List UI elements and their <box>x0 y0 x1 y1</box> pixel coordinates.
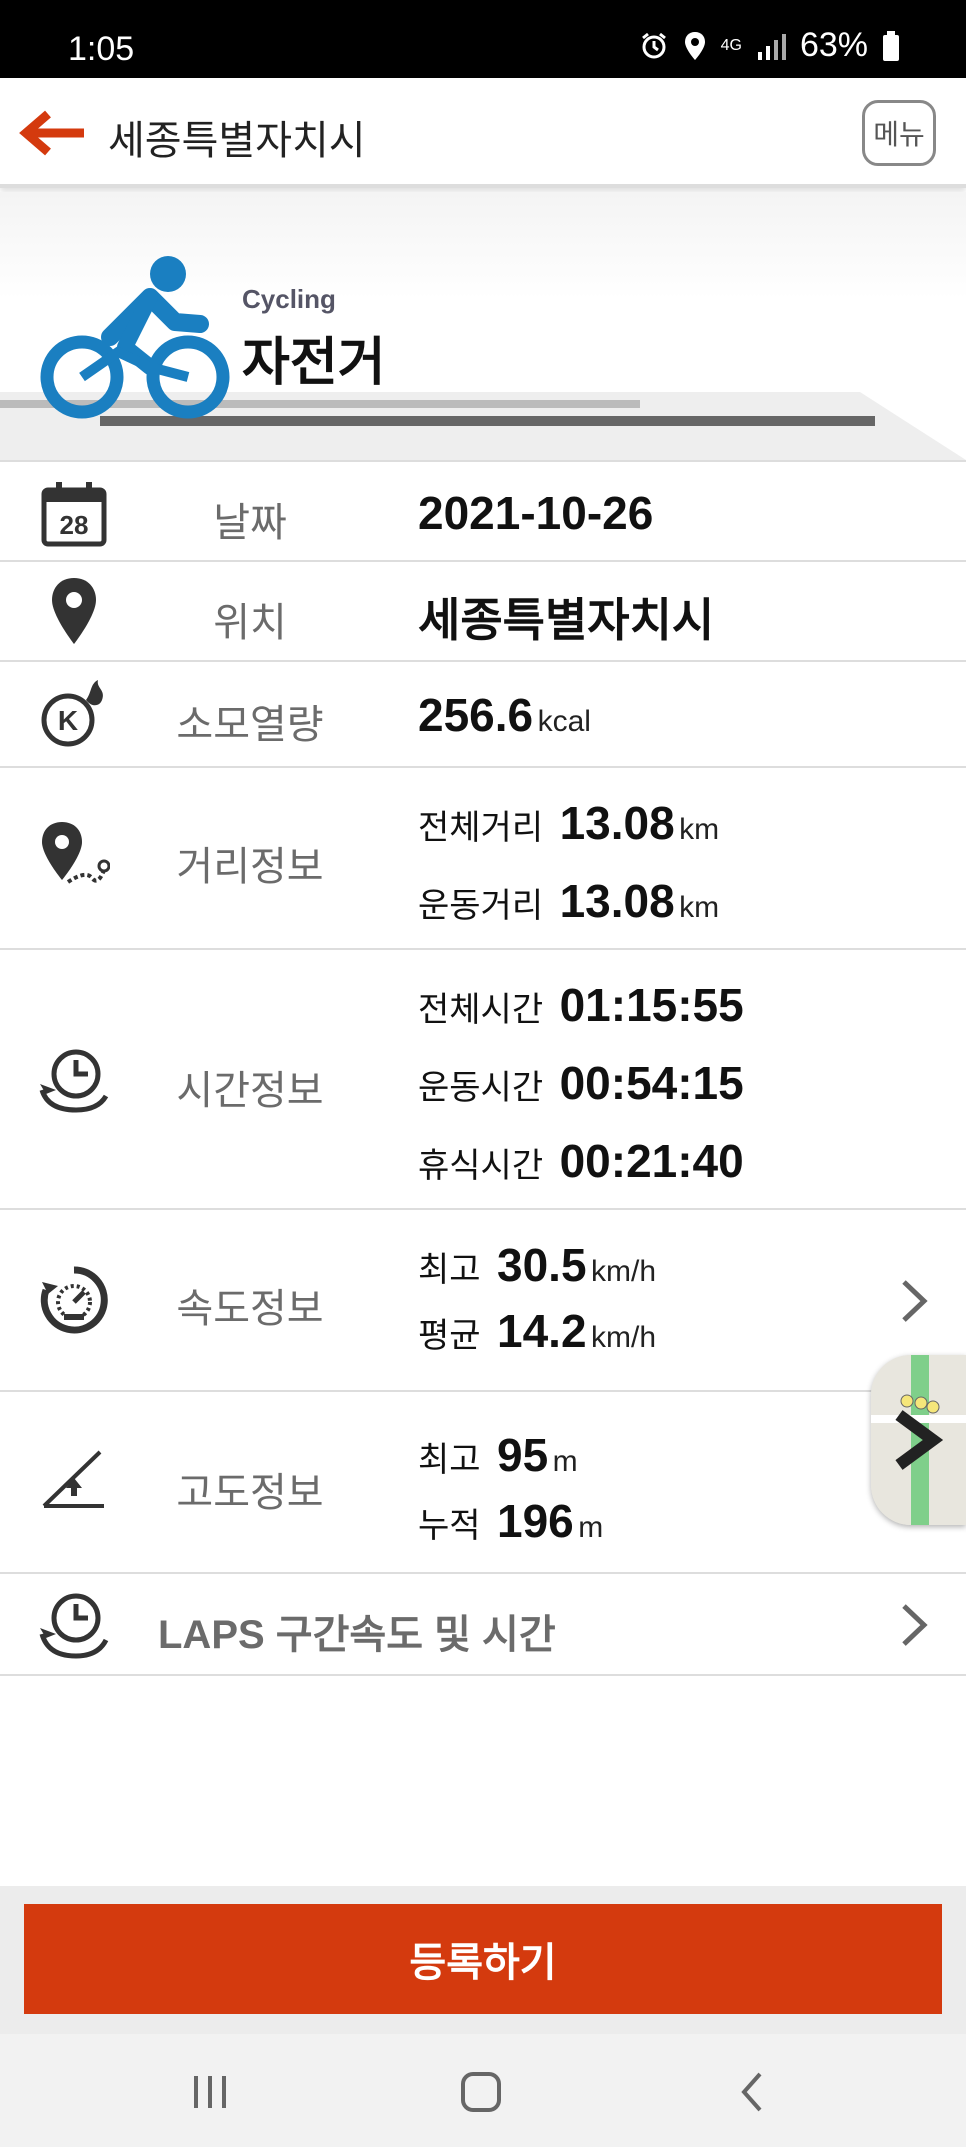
max-altitude-unit: m <box>552 1445 578 1478</box>
total-time-label: 전체시간 <box>418 991 544 1029</box>
cumulative-altitude-value: 196 <box>497 1495 574 1547</box>
max-altitude-line: 최고 95 m <box>418 1428 578 1482</box>
signal-icon <box>757 33 786 60</box>
exercise-time-line: 운동시간 00:54:15 <box>418 1056 744 1110</box>
avg-speed-value: 14.2 <box>497 1305 587 1357</box>
speedometer-icon <box>40 1266 108 1334</box>
location-pin-icon <box>52 578 96 644</box>
time-clock-icon <box>39 1049 109 1113</box>
calendar-day: 28 <box>60 510 89 540</box>
exercise-distance-label: 운동거리 <box>418 887 544 925</box>
map-preview-icon <box>871 1355 966 1525</box>
distance-row: 거리정보 전체거리 13.08 km 운동거리 13.08 km <box>0 768 966 950</box>
distance-route-icon <box>42 822 110 884</box>
location-label: 위치 <box>213 601 287 645</box>
max-altitude-label: 최고 <box>418 1441 481 1479</box>
calories-row: K 소모열량 256.6 kcal <box>0 662 966 768</box>
app-bar: 세종특별자치시 메뉴 <box>0 78 966 188</box>
status-time: 1:05 <box>68 30 135 68</box>
altitude-row: 고도정보 최고 95 m 누적 196 m <box>0 1392 966 1574</box>
exercise-time-value: 00:54:15 <box>559 1057 744 1109</box>
location-row: 위치 세종특별자치시 <box>0 562 966 662</box>
total-distance-value: 13.08 <box>559 797 675 849</box>
total-distance-line: 전체거리 13.08 km <box>418 796 719 850</box>
total-distance-label: 전체거리 <box>418 809 544 847</box>
map-thumbnail-button[interactable] <box>871 1355 966 1525</box>
avg-speed-unit: km/h <box>591 1321 657 1354</box>
network-type: 4G <box>720 36 742 54</box>
laps-label: LAPS 구간속도 및 시간 <box>158 1613 556 1657</box>
max-speed-value: 30.5 <box>497 1239 587 1291</box>
avg-speed-label: 평균 <box>418 1317 481 1355</box>
distance-label: 거리정보 <box>176 845 324 889</box>
cumulative-altitude-unit: m <box>578 1511 604 1544</box>
max-altitude-value: 95 <box>497 1429 549 1481</box>
rest-time-label: 휴식시간 <box>418 1147 544 1185</box>
battery-icon <box>883 30 899 61</box>
speed-row[interactable]: 속도정보 최고 30.5 km/h 평균 14.2 km/h <box>0 1210 966 1392</box>
date-row: 28 날짜 2021-10-26 <box>0 460 966 562</box>
location-value: 세종특별자치시 <box>418 594 715 646</box>
calorie-flame-icon: K <box>41 680 103 747</box>
rest-time-line: 휴식시간 00:21:40 <box>418 1134 744 1188</box>
recent-apps-icon[interactable] <box>190 2072 230 2112</box>
altitude-label: 고도정보 <box>176 1471 324 1515</box>
alarm-icon <box>641 32 666 58</box>
exercise-distance-value: 13.08 <box>559 875 675 927</box>
calories-value: 256.6 <box>418 689 534 741</box>
cycling-icon <box>40 256 230 419</box>
max-speed-unit: km/h <box>591 1255 657 1288</box>
avg-speed-line: 평균 14.2 km/h <box>418 1304 656 1358</box>
activity-type-ko: 자전거 <box>242 334 386 392</box>
svg-text:K: K <box>58 705 78 736</box>
speed-label: 속도정보 <box>176 1287 324 1331</box>
cumulative-altitude-label: 누적 <box>418 1507 481 1545</box>
altitude-slope-icon <box>42 1450 104 1508</box>
location-status-icon <box>684 31 705 60</box>
activity-type-en: Cycling <box>242 284 336 314</box>
back-arrow-icon[interactable] <box>18 108 88 158</box>
date-label: 날짜 <box>213 501 287 545</box>
max-speed-line: 최고 30.5 km/h <box>418 1238 656 1292</box>
menu-button[interactable]: 메뉴 <box>862 100 936 166</box>
status-bar: 1:05 4G 63% <box>0 0 966 78</box>
register-button[interactable]: 등록하기 <box>24 1904 942 2014</box>
page-title: 세종특별자치시 <box>108 119 366 163</box>
chevron-right-icon[interactable] <box>898 1278 930 1324</box>
exercise-distance-line: 운동거리 13.08 km <box>418 874 719 928</box>
exercise-distance-unit: km <box>679 891 720 924</box>
calendar-icon: 28 <box>41 482 107 547</box>
cumulative-altitude-line: 누적 196 m <box>418 1494 603 1548</box>
calories-line: 256.6 kcal <box>418 688 591 742</box>
rest-time-value: 00:21:40 <box>559 1135 744 1187</box>
laps-row[interactable]: LAPS 구간속도 및 시간 <box>0 1574 966 1676</box>
calories-label: 소모열량 <box>176 703 324 747</box>
battery-percent: 63% <box>799 26 868 64</box>
chevron-right-icon[interactable] <box>898 1602 930 1648</box>
home-icon[interactable] <box>459 2070 503 2114</box>
total-time-value: 01:15:55 <box>559 979 744 1031</box>
system-nav-bar <box>0 2034 966 2147</box>
total-time-line: 전체시간 01:15:55 <box>418 978 744 1032</box>
time-label: 시간정보 <box>176 1069 324 1113</box>
calories-unit: kcal <box>537 705 591 738</box>
activity-header: Cycling 자전거 <box>0 192 966 460</box>
back-nav-icon[interactable] <box>736 2070 768 2114</box>
max-speed-label: 최고 <box>418 1251 481 1289</box>
total-distance-unit: km <box>679 813 720 846</box>
time-row: 시간정보 전체시간 01:15:55 운동시간 00:54:15 휴식시간 00… <box>0 950 966 1210</box>
laps-clock-icon <box>39 1593 109 1659</box>
date-value: 2021-10-26 <box>418 487 654 539</box>
exercise-time-label: 운동시간 <box>418 1069 544 1107</box>
